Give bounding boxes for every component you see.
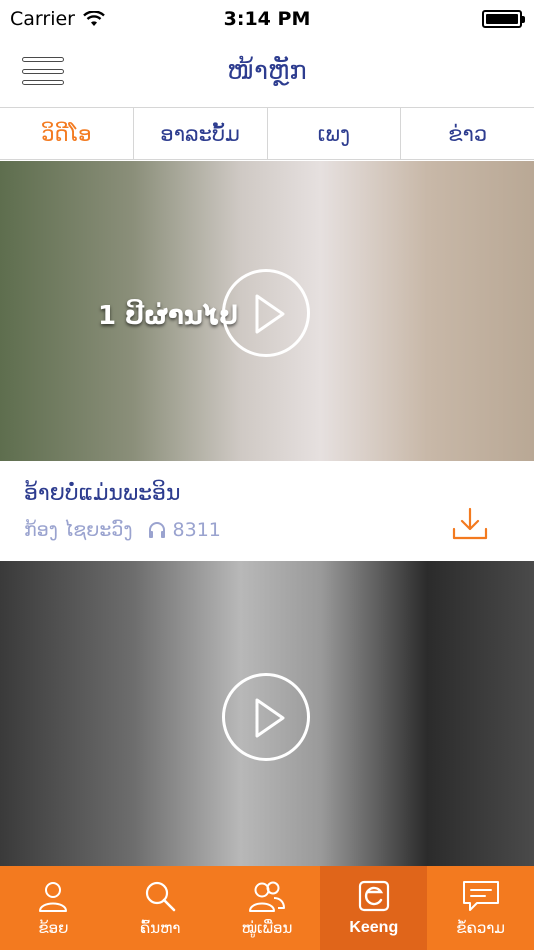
friends-icon <box>248 881 285 912</box>
battery-icon <box>482 10 525 28</box>
status-bar: Carrier 3:14 PM <box>0 0 534 38</box>
play-count-value: 8311 <box>172 519 221 541</box>
search-icon <box>146 881 176 912</box>
tab-bar-me[interactable]: ຂ້ອຍ <box>0 866 107 950</box>
video-thumbnail-1[interactable]: 1 ປີຜ່ານໄປ <box>0 161 534 461</box>
tab-bar-keeng[interactable]: Keeng <box>320 866 428 950</box>
tab-bar-messages[interactable]: ຂໍ້ຄວາມ <box>427 866 534 950</box>
keeng-logo-icon <box>358 880 389 912</box>
artist-name: ກ້ອງ ໄຊຍະວົງ <box>24 519 133 541</box>
video-info-1[interactable]: ອ້າຍບໍ່ແມ່ນພະອິນ ກ້ອງ ໄຊຍະວົງ 8311 <box>0 461 534 561</box>
video-overlay-text: 1 ປີຜ່ານໄປ <box>98 301 239 331</box>
tab-news[interactable]: ຂ່າວ <box>401 108 534 159</box>
tab-album[interactable]: ອາລະບັ້ມ <box>134 108 268 159</box>
video-thumbnail-2[interactable] <box>0 561 534 866</box>
headphones-icon <box>148 522 165 538</box>
tab-bar-label: ຄົ້ນຫາ <box>139 919 181 937</box>
tab-bar-label: ໝູ່ເພື່ອນ <box>241 919 293 937</box>
tab-bar-label: ຂໍ້ຄວາມ <box>456 919 505 937</box>
play-icon[interactable] <box>222 673 310 761</box>
page-title: ໜ້າຫຼັກ <box>227 56 307 86</box>
tab-bar-friends[interactable]: ໝູ່ເພື່ອນ <box>214 866 321 950</box>
video-meta: ກ້ອງ ໄຊຍະວົງ 8311 <box>24 519 221 541</box>
play-count: 8311 <box>147 519 221 541</box>
category-tabs: ວິດີໂອ ອາລະບັ້ມ ເພງ ຂ່າວ <box>0 108 534 160</box>
play-icon[interactable] <box>222 269 310 357</box>
tab-bar-search[interactable]: ຄົ້ນຫາ <box>107 866 214 950</box>
tab-bar-label: ຂ້ອຍ <box>38 919 69 937</box>
tab-video[interactable]: ວິດີໂອ <box>0 108 134 159</box>
message-icon <box>462 881 499 911</box>
nav-bar: ໜ້າຫຼັກ <box>0 38 534 108</box>
bottom-tab-bar: ຂ້ອຍ ຄົ້ນຫາ ໝູ່ເພື່ອນ Keeng ຂໍ້ຄວາມ <box>0 866 534 950</box>
tab-song[interactable]: ເພງ <box>268 108 402 159</box>
status-time: 3:14 PM <box>223 8 311 30</box>
tab-bar-label: Keeng <box>349 919 399 936</box>
download-icon[interactable] <box>452 507 488 541</box>
person-icon <box>39 882 68 912</box>
video-title: ອ້າຍບໍ່ແມ່ນພະອິນ <box>24 481 181 506</box>
